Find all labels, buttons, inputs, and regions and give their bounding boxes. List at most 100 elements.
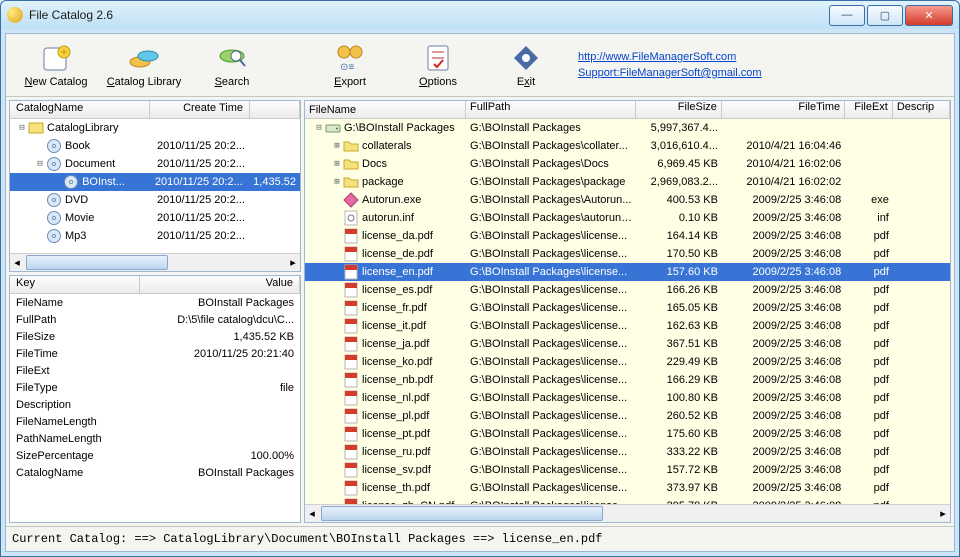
props-header-key[interactable]: Key bbox=[10, 276, 140, 293]
file-row[interactable]: autorun.infG:\BOInstall Packages\autorun… bbox=[305, 209, 950, 227]
drive-icon bbox=[325, 120, 341, 136]
file-row[interactable]: license_nl.pdfG:\BOInstall Packages\lice… bbox=[305, 389, 950, 407]
expander-icon[interactable]: ⊟ bbox=[313, 123, 325, 133]
expander-icon[interactable]: ⊞ bbox=[331, 159, 343, 169]
grid-hscroll[interactable]: ◂▸ bbox=[305, 504, 950, 522]
file-row[interactable]: license_de.pdfG:\BOInstall Packages\lice… bbox=[305, 245, 950, 263]
file-row[interactable]: license_es.pdfG:\BOInstall Packages\lice… bbox=[305, 281, 950, 299]
tree-header-extra[interactable] bbox=[250, 101, 300, 118]
file-row[interactable]: license_ru.pdfG:\BOInstall Packages\lice… bbox=[305, 443, 950, 461]
tree-header-name[interactable]: CatalogName bbox=[10, 101, 150, 118]
tree-time: 2010/11/25 20:2... bbox=[157, 158, 257, 170]
property-row[interactable]: FileSize1,435.52 KB bbox=[10, 328, 300, 345]
grid-header-time[interactable]: FileTime bbox=[722, 101, 845, 118]
titlebar[interactable]: File Catalog 2.6 — ▢ ✕ bbox=[1, 1, 959, 29]
file-name: license_nb.pdf bbox=[362, 374, 433, 386]
grid-body[interactable]: ⊟G:\BOInstall PackagesG:\BOInstall Packa… bbox=[305, 119, 950, 504]
file-row[interactable]: ⊞collateralsG:\BOInstall Packages\collat… bbox=[305, 137, 950, 155]
file-row[interactable]: license_zh_CN.pdfG:\BOInstall Packages\l… bbox=[305, 497, 950, 504]
toolbar: New Catalog Catalog Library Search ⊙≡ Ex… bbox=[6, 34, 954, 97]
maximize-button[interactable]: ▢ bbox=[867, 5, 903, 26]
new-catalog-button[interactable]: New Catalog bbox=[12, 42, 100, 88]
file-row[interactable]: ⊞DocsG:\BOInstall Packages\Docs6,969.45 … bbox=[305, 155, 950, 173]
file-row[interactable]: license_fr.pdfG:\BOInstall Packages\lice… bbox=[305, 299, 950, 317]
tree-row[interactable]: ⊟Document2010/11/25 20:2... bbox=[10, 155, 300, 173]
search-button[interactable]: Search bbox=[188, 42, 276, 88]
props-header-value[interactable]: Value bbox=[140, 276, 300, 293]
file-ext: pdf bbox=[845, 464, 893, 476]
file-row[interactable]: ⊟G:\BOInstall PackagesG:\BOInstall Packa… bbox=[305, 119, 950, 137]
tree-body[interactable]: ⊟CatalogLibraryBook2010/11/25 20:2...⊟Do… bbox=[10, 119, 300, 253]
options-button[interactable]: Options bbox=[394, 42, 482, 88]
property-row[interactable]: FileTypefile bbox=[10, 379, 300, 396]
file-row[interactable]: license_sv.pdfG:\BOInstall Packages\lice… bbox=[305, 461, 950, 479]
property-row[interactable]: CatalogNameBOInstall Packages bbox=[10, 464, 300, 481]
tree-row[interactable]: BOInst...2010/11/25 20:2...1,435.52 bbox=[10, 173, 300, 191]
property-row[interactable]: SizePercentage100.00% bbox=[10, 447, 300, 464]
exe-icon bbox=[343, 192, 359, 208]
client-area: New Catalog Catalog Library Search ⊙≡ Ex… bbox=[5, 33, 955, 552]
expander-icon[interactable]: ⊟ bbox=[16, 123, 28, 133]
grid-header-path[interactable]: FullPath bbox=[466, 101, 636, 118]
file-row[interactable]: license_ja.pdfG:\BOInstall Packages\lice… bbox=[305, 335, 950, 353]
file-time: 2009/2/25 3:46:08 bbox=[722, 500, 845, 504]
grid-header-ext[interactable]: FileExt bbox=[845, 101, 893, 118]
tree-time: 2010/11/25 20:2... bbox=[157, 140, 257, 152]
file-row[interactable]: ⊞packageG:\BOInstall Packages\package2,9… bbox=[305, 173, 950, 191]
property-row[interactable]: FileNameBOInstall Packages bbox=[10, 294, 300, 311]
property-row[interactable]: FullPathD:\5\file catalog\dcu\C... bbox=[10, 311, 300, 328]
file-path: G:\BOInstall Packages\license... bbox=[466, 302, 636, 314]
file-row[interactable]: license_en.pdfG:\BOInstall Packages\lice… bbox=[305, 263, 950, 281]
property-row[interactable]: PathNameLength bbox=[10, 430, 300, 447]
file-row[interactable]: license_th.pdfG:\BOInstall Packages\lice… bbox=[305, 479, 950, 497]
expander-icon[interactable]: ⊞ bbox=[331, 177, 343, 187]
export-button[interactable]: ⊙≡ Export bbox=[306, 42, 394, 88]
grid-header-name[interactable]: FileName bbox=[305, 101, 466, 118]
tree-row[interactable]: Mp32010/11/25 20:2... bbox=[10, 227, 300, 245]
file-row[interactable]: license_it.pdfG:\BOInstall Packages\lice… bbox=[305, 317, 950, 335]
file-row[interactable]: license_ko.pdfG:\BOInstall Packages\lice… bbox=[305, 353, 950, 371]
tree-header-time[interactable]: Create Time bbox=[150, 101, 250, 118]
file-row[interactable]: license_nb.pdfG:\BOInstall Packages\lice… bbox=[305, 371, 950, 389]
file-time: 2009/2/25 3:46:08 bbox=[722, 230, 845, 242]
property-row[interactable]: FileTime2010/11/25 20:21:40 bbox=[10, 345, 300, 362]
tree-row[interactable]: DVD2010/11/25 20:2... bbox=[10, 191, 300, 209]
grid-header[interactable]: FileName FullPath FileSize FileTime File… bbox=[305, 101, 950, 119]
close-button[interactable]: ✕ bbox=[905, 5, 953, 26]
tree-header[interactable]: CatalogName Create Time bbox=[10, 101, 300, 119]
file-name: license_th.pdf bbox=[362, 482, 430, 494]
exit-button[interactable]: Exit bbox=[482, 42, 570, 88]
file-grid-panel: FileName FullPath FileSize FileTime File… bbox=[304, 100, 951, 523]
file-row[interactable]: license_pl.pdfG:\BOInstall Packages\lice… bbox=[305, 407, 950, 425]
prop-key: FileTime bbox=[10, 348, 140, 360]
file-size: 175.60 KB bbox=[637, 428, 722, 440]
website-link[interactable]: http://www.FileManagerSoft.com bbox=[578, 51, 762, 63]
property-row[interactable]: FileNameLength bbox=[10, 413, 300, 430]
tree-row[interactable]: ⊟CatalogLibrary bbox=[10, 119, 300, 137]
property-row[interactable]: FileExt bbox=[10, 362, 300, 379]
file-name: license_zh_CN.pdf bbox=[362, 500, 454, 504]
tree-row[interactable]: Book2010/11/25 20:2... bbox=[10, 137, 300, 155]
minimize-button[interactable]: — bbox=[829, 5, 865, 26]
file-path: G:\BOInstall Packages\license... bbox=[466, 266, 636, 278]
tree-row[interactable]: Movie2010/11/25 20:2... bbox=[10, 209, 300, 227]
file-ext: pdf bbox=[845, 374, 893, 386]
file-row[interactable]: Autorun.exeG:\BOInstall Packages\Autorun… bbox=[305, 191, 950, 209]
props-header[interactable]: Key Value bbox=[10, 276, 300, 294]
pdf-icon bbox=[343, 498, 359, 504]
tree-hscroll[interactable]: ◂▸ bbox=[10, 253, 300, 271]
grid-header-desc[interactable]: Descrip bbox=[893, 101, 950, 118]
file-size: 373.97 KB bbox=[637, 482, 722, 494]
file-ext: pdf bbox=[845, 230, 893, 242]
property-row[interactable]: Description bbox=[10, 396, 300, 413]
catalog-library-button[interactable]: Catalog Library bbox=[100, 42, 188, 88]
expander-icon[interactable]: ⊞ bbox=[331, 141, 343, 151]
grid-header-size[interactable]: FileSize bbox=[636, 101, 721, 118]
file-size: 164.14 KB bbox=[637, 230, 722, 242]
expander-icon[interactable]: ⊟ bbox=[34, 159, 46, 169]
file-row[interactable]: license_pt.pdfG:\BOInstall Packages\lice… bbox=[305, 425, 950, 443]
props-body[interactable]: FileNameBOInstall PackagesFullPathD:\5\f… bbox=[10, 294, 300, 522]
file-row[interactable]: license_da.pdfG:\BOInstall Packages\lice… bbox=[305, 227, 950, 245]
export-icon: ⊙≡ bbox=[334, 42, 366, 74]
support-link[interactable]: Support:FileManagerSoft@gmail.com bbox=[578, 67, 762, 79]
